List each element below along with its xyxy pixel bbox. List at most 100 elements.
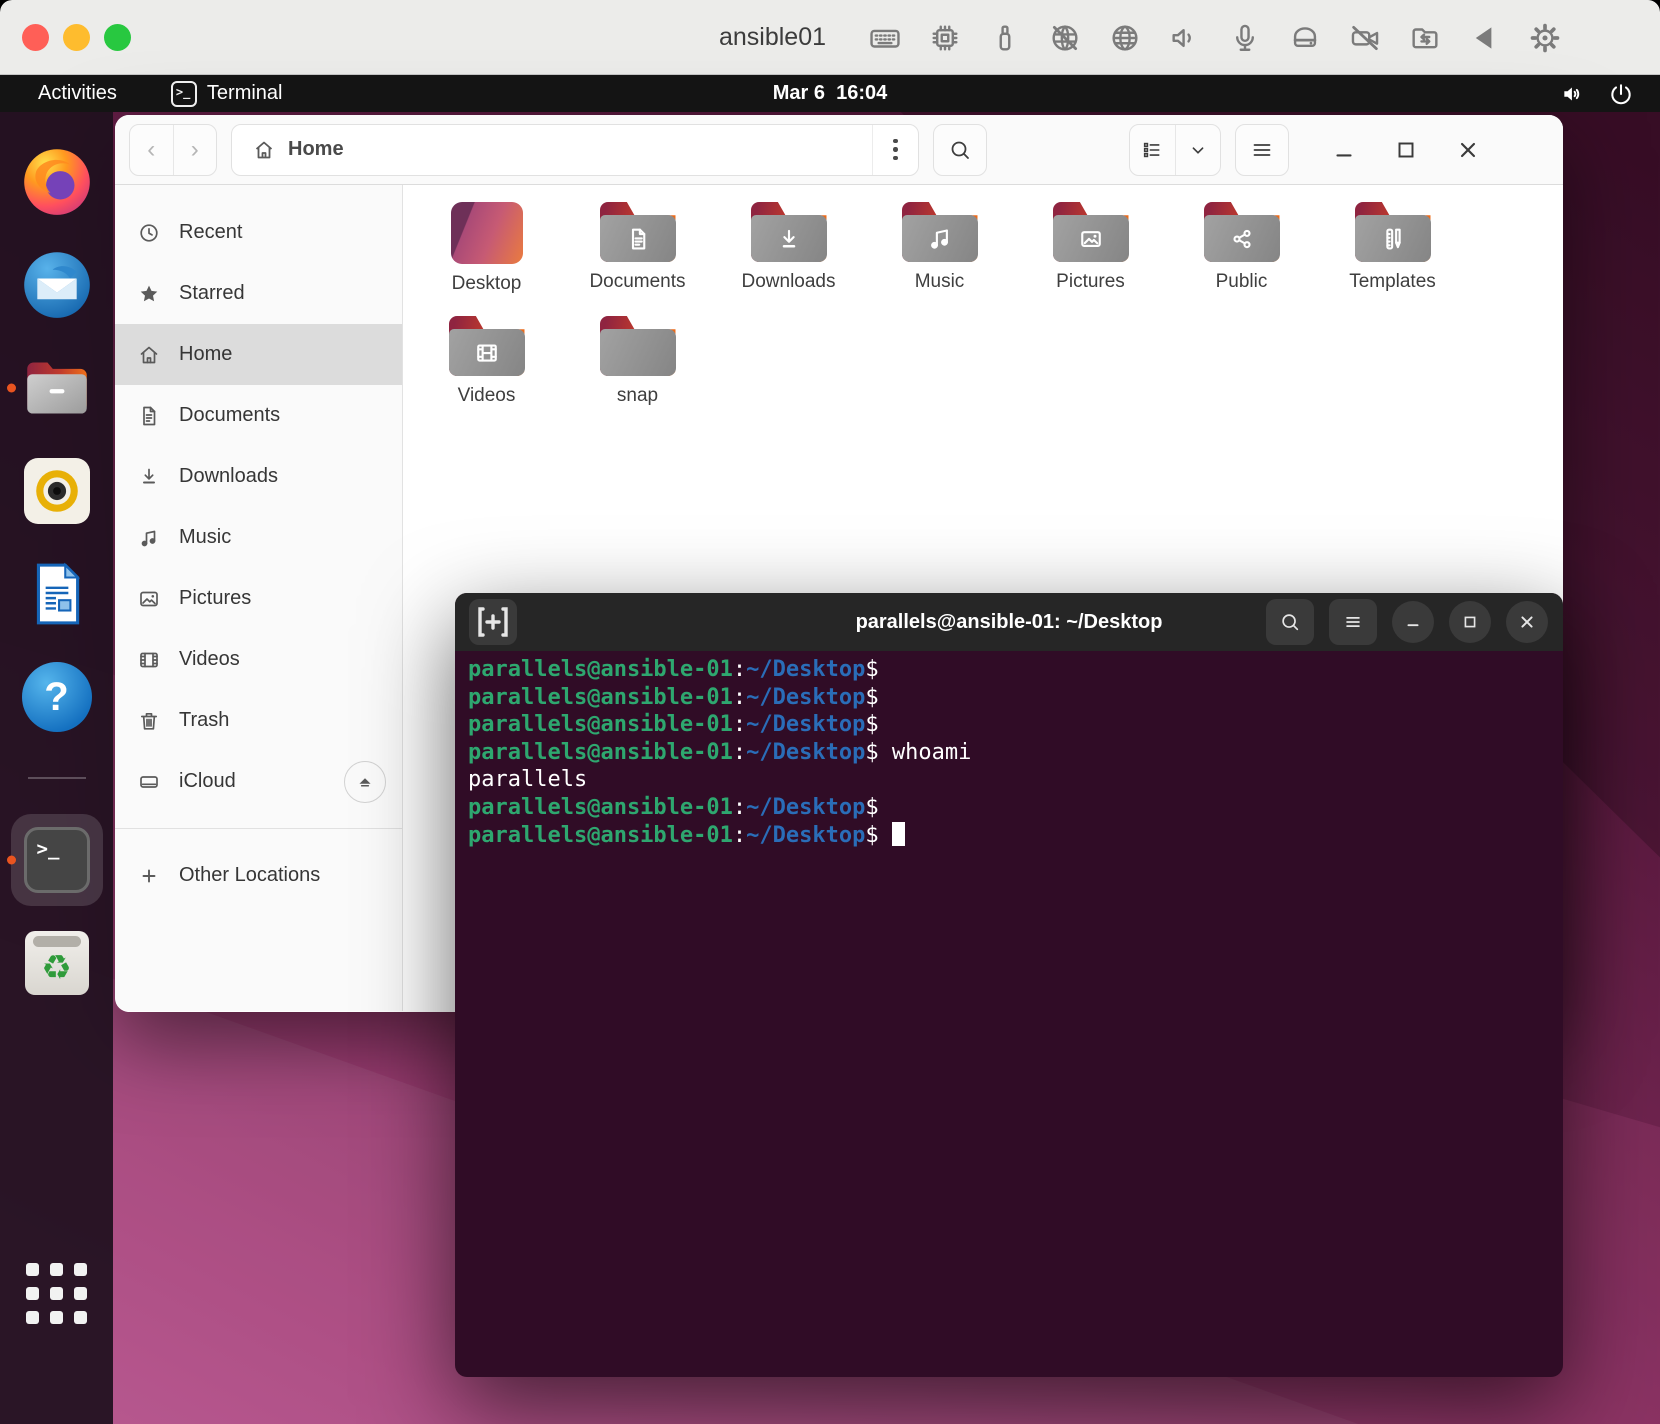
sidebar-item-label: Home: [179, 343, 232, 366]
minimize-icon: [1402, 611, 1424, 633]
starred-icon: [137, 282, 161, 306]
folder-icon: [1204, 202, 1280, 262]
sidebar-item-label: Recent: [179, 221, 242, 244]
folder-templates[interactable]: Templates: [1317, 195, 1468, 309]
folder-public[interactable]: Public: [1166, 195, 1317, 309]
globe-icon[interactable]: [1108, 21, 1142, 55]
settings-gear-icon[interactable]: [1528, 21, 1562, 55]
folder-documents[interactable]: Documents: [562, 195, 713, 309]
terminal-maximize-button[interactable]: [1449, 601, 1491, 643]
terminal-menu-button[interactable]: [1329, 599, 1377, 645]
documents-icon: [137, 404, 161, 428]
terminal-headerbar: parallels@ansible-01: ~/Desktop: [455, 593, 1563, 651]
terminal-line: parallels@ansible-01:~/Desktop$: [468, 794, 1550, 822]
sidebar-item-label: Downloads: [179, 465, 278, 488]
volume-icon[interactable]: [1168, 21, 1202, 55]
dock-item-trash[interactable]: ♻: [20, 926, 94, 1000]
shared-folder-icon[interactable]: [1408, 21, 1442, 55]
thunderbird-icon: [22, 250, 92, 320]
path-bar[interactable]: Home: [231, 124, 919, 176]
dock-item-firefox[interactable]: [20, 145, 94, 219]
sidebar-item-label: Documents: [179, 404, 280, 427]
folder-icon: [600, 316, 676, 376]
sidebar-item-pictures[interactable]: Pictures: [115, 568, 402, 629]
cpu-icon[interactable]: [928, 21, 962, 55]
window-controls: [1331, 137, 1481, 163]
terminal-line: parallels@ansible-01:~/Desktop$: [468, 822, 1550, 850]
path-menu-button[interactable]: [872, 125, 918, 175]
folder-desktop[interactable]: Desktop: [411, 195, 562, 309]
sidebar-item-icloud[interactable]: iCloud: [115, 751, 402, 812]
folder-label: Public: [1216, 271, 1268, 293]
terminal-output[interactable]: parallels@ansible-01:~/Desktop$parallels…: [455, 651, 1563, 1377]
folder-label: Downloads: [742, 271, 836, 293]
nav-buttons: ‹ ›: [129, 124, 217, 176]
terminal-close-button[interactable]: [1506, 601, 1548, 643]
sidebar-item-starred[interactable]: Starred: [115, 263, 402, 324]
libreoffice-writer-icon: [26, 561, 88, 627]
sidebar-item-other-locations[interactable]: Other Locations: [115, 845, 402, 906]
back-button[interactable]: ‹: [130, 125, 174, 175]
volume-icon: [1560, 81, 1586, 107]
music-icon: [137, 526, 161, 550]
new-tab-button[interactable]: [469, 599, 517, 645]
eject-button[interactable]: [344, 761, 386, 803]
play-back-icon[interactable]: [1468, 21, 1502, 55]
terminal-window: parallels@ansible-01: ~/Desktop: [455, 593, 1563, 1377]
maximize-button[interactable]: [1393, 137, 1419, 163]
terminal-line: parallels: [468, 766, 1550, 794]
terminal-minimize-button[interactable]: [1392, 601, 1434, 643]
current-location: Home: [288, 138, 344, 161]
terminal-line: parallels@ansible-01:~/Desktop$: [468, 656, 1550, 684]
dock-item-libreoffice-writer[interactable]: [20, 557, 94, 631]
hamburger-icon: [1342, 611, 1364, 633]
show-apps-button[interactable]: [26, 1263, 87, 1324]
folder-music[interactable]: Music: [864, 195, 1015, 309]
dock-item-help[interactable]: ?: [20, 660, 94, 734]
sidebar-item-videos[interactable]: Videos: [115, 629, 402, 690]
sidebar-item-label: Pictures: [179, 587, 251, 610]
camera-off-icon[interactable]: [1348, 21, 1382, 55]
search-button[interactable]: [933, 124, 987, 176]
close-button[interactable]: [1455, 137, 1481, 163]
network-off-icon[interactable]: [1048, 21, 1082, 55]
sidebar-item-home[interactable]: Home: [115, 324, 402, 385]
clock[interactable]: Mar 6 16:04: [0, 82, 1660, 105]
firefox-icon: [22, 147, 92, 217]
dock-item-rhythmbox[interactable]: [20, 454, 94, 528]
folder-snap[interactable]: snap: [562, 309, 713, 423]
folder-icon: [1355, 202, 1431, 262]
system-status-area[interactable]: [1560, 81, 1660, 107]
sidebar-item-downloads[interactable]: Downloads: [115, 446, 402, 507]
search-icon: [1279, 611, 1301, 633]
downloads-icon: [137, 465, 161, 489]
sidebar-item-documents[interactable]: Documents: [115, 385, 402, 446]
videos-icon: [137, 648, 161, 672]
dock-item-files[interactable]: [20, 351, 94, 425]
dock-item-thunderbird[interactable]: [20, 248, 94, 322]
usb-icon[interactable]: [988, 21, 1022, 55]
microphone-icon[interactable]: [1228, 21, 1262, 55]
minimize-button[interactable]: [1331, 137, 1357, 163]
keyboard-icon[interactable]: [868, 21, 902, 55]
desktop-folder-icon: [451, 202, 523, 264]
files-toolbar: ‹ › Home: [115, 115, 1563, 185]
forward-button[interactable]: ›: [174, 125, 217, 175]
terminal-icon: >_: [24, 827, 90, 893]
sidebar-item-trash[interactable]: Trash: [115, 690, 402, 751]
maximize-icon: [1459, 611, 1481, 633]
sidebar-item-recent[interactable]: Recent: [115, 202, 402, 263]
list-view-button[interactable]: [1130, 125, 1176, 175]
hard-disk-icon[interactable]: [1288, 21, 1322, 55]
terminal-search-button[interactable]: [1266, 599, 1314, 645]
dock-item-terminal[interactable]: >_: [20, 823, 94, 897]
folder-pictures[interactable]: Pictures: [1015, 195, 1166, 309]
menu-button[interactable]: [1235, 124, 1289, 176]
folder-grid: DesktopDocuments Downloads MusicPictures Pu…: [411, 195, 1563, 423]
view-options-button[interactable]: [1176, 125, 1221, 175]
folder-label: Templates: [1349, 271, 1436, 293]
folder-downloads[interactable]: Downloads: [713, 195, 864, 309]
sidebar-item-music[interactable]: Music: [115, 507, 402, 568]
folder-videos[interactable]: Videos: [411, 309, 562, 423]
sidebar-item-label: iCloud: [179, 770, 236, 793]
